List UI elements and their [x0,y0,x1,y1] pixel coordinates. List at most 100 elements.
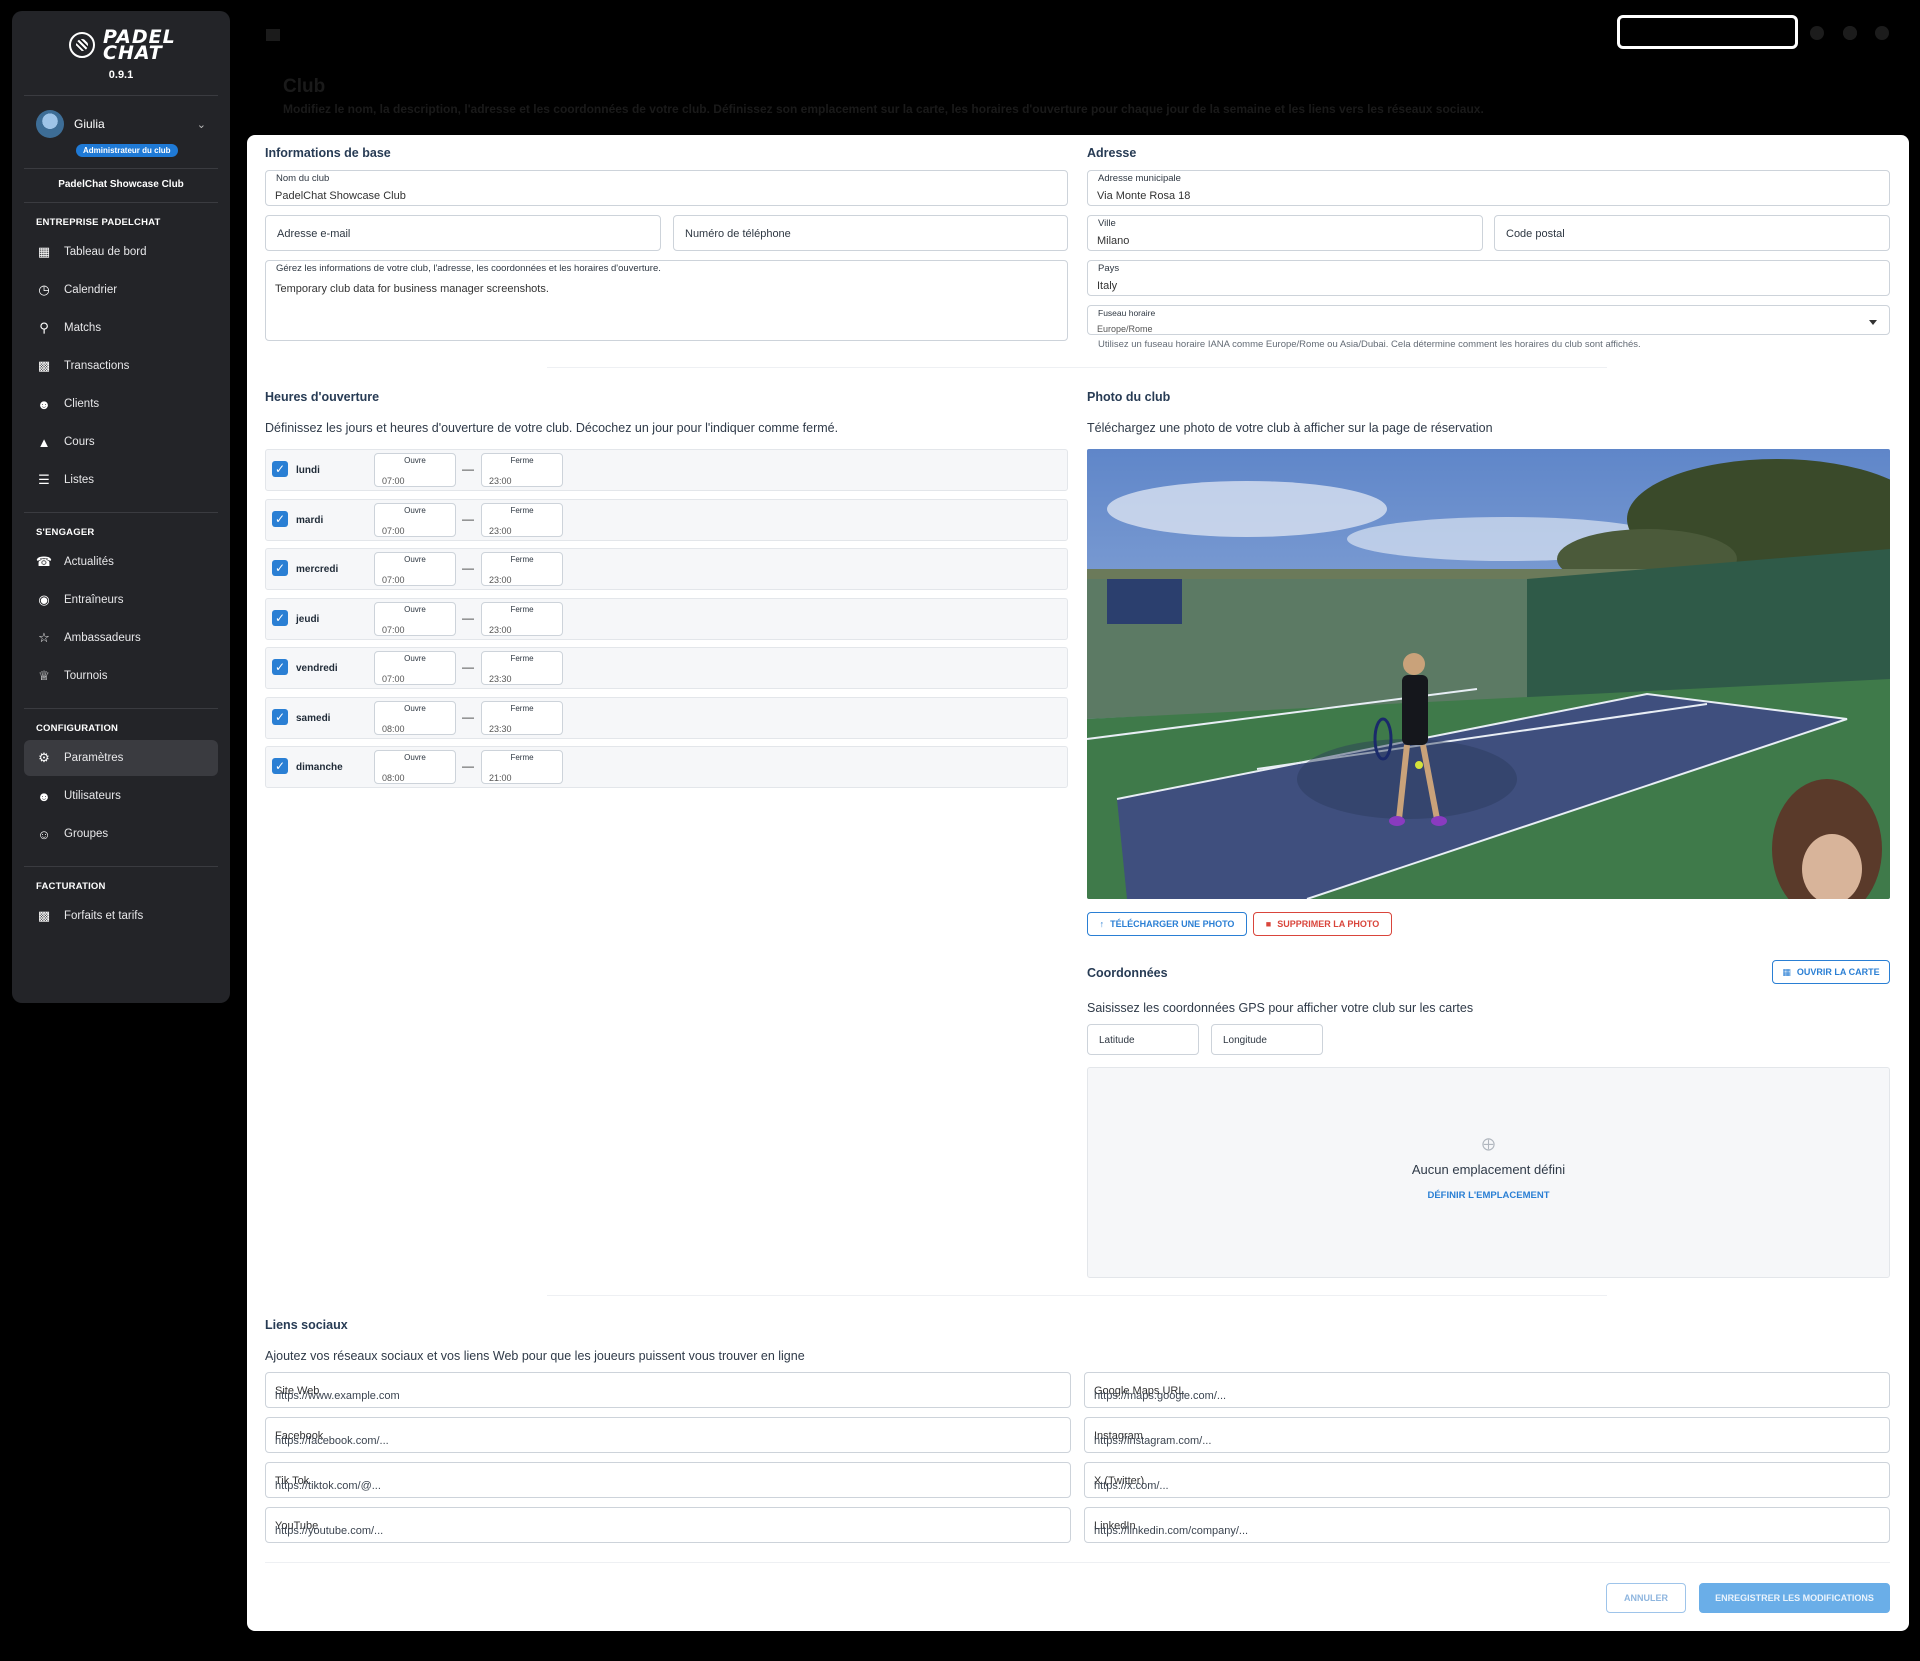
social-link-placeholder: https://x.com/... [1094,1480,1169,1492]
sidebar-item-groups[interactable]: ☺ Groupes [24,816,218,852]
notification-bell-icon[interactable] [1875,26,1889,40]
day-checkbox[interactable]: ✓ [272,510,288,527]
country-field[interactable]: Pays Italy [1087,260,1890,296]
open-time-field[interactable]: Ouvre 07:00 [374,601,456,636]
phone-field[interactable]: Numéro de téléphone [673,215,1068,251]
email-field[interactable]: Adresse e-mail [265,215,661,251]
money-icon: ▩ [37,358,51,373]
phone-placeholder: Numéro de téléphone [685,228,791,240]
day-checkbox[interactable]: ✓ [272,461,288,477]
close-time-field[interactable]: Ferme 21:00 [481,750,563,784]
day-name: mardi [296,514,324,526]
club-name: PadelChat Showcase Club [58,179,184,190]
map-placeholder: ⨁ Aucun emplacement défini DÉFINIR L'EMP… [1087,1067,1890,1278]
longitude-field[interactable]: Longitude [1211,1024,1323,1055]
day-checkbox[interactable]: ✓ [272,560,288,576]
day-checkbox[interactable]: ✓ [272,708,288,725]
day-row-jeudi: ✓ jeudi Ouvre 07:00 — Ferme 23:00 [265,597,1068,640]
user-menu[interactable]: Giulia ⌄ [12,110,230,138]
close-time-field[interactable]: Ferme 23:30 [481,700,563,735]
open-time-field[interactable]: Ouvre 08:00 [374,750,456,784]
close-time-value: 23:00 [489,476,512,486]
save-button[interactable]: ENREGISTRER LES MODIFICATIONS [1699,1583,1890,1613]
sidebar-item-users[interactable]: ☻ Utilisateurs [24,778,218,814]
sidebar-item-clients[interactable]: ☻ Clients [24,386,218,422]
sidebar-item-label: Matchs [64,322,102,334]
timezone-select[interactable]: Fuseau horaire Europe/Rome [1087,305,1890,335]
sidebar-item-coaches[interactable]: ◉ Entraîneurs [24,582,218,618]
sidebar-item-settings[interactable]: ⚙ Paramètres [24,740,218,776]
upload-photo-button[interactable]: ↑ TÉLÉCHARGER UNE PHOTO [1087,912,1247,936]
close-time-field[interactable]: Ferme 23:00 [481,601,563,636]
cancel-button[interactable]: ANNULER [1606,1583,1686,1613]
dashboard-icon: ▦ [37,244,51,259]
sidebar-item-ambassadors[interactable]: ☆ Ambassadeurs [24,620,218,656]
close-time-value: 23:30 [489,723,512,734]
sidebar-item-plans[interactable]: ▩ Forfaits et tarifs [24,898,218,934]
app-version: 0.9.1 [108,69,134,81]
social-link-field[interactable]: Instagram https://instagram.com/... [1084,1417,1890,1453]
gear-icon: ⚙ [38,750,50,765]
brand-logo: PADEL CHAT [12,28,230,63]
graduation-cap-icon: ▲ [37,434,51,450]
social-link-field[interactable]: Facebook https://facebook.com/... [265,1417,1071,1453]
postal-code-field[interactable]: Code postal [1494,215,1890,251]
city-field[interactable]: Ville Milano [1087,215,1483,251]
sidebar-item-label: Tableau de bord [64,246,147,258]
open-map-button[interactable]: ▦ OUVRIR LA CARTE [1772,960,1890,984]
open-time-field[interactable]: Ouvre 08:00 [374,700,456,735]
sidebar-item-news[interactable]: ☎ Actualités [24,544,218,580]
sidebar-item-transactions[interactable]: ▩ Transactions [24,348,218,384]
help-icon[interactable] [1843,26,1857,40]
sidebar-item-matches[interactable]: ⚲ Matchs [24,310,218,346]
longitude-placeholder: Longitude [1223,1035,1267,1046]
close-time-field[interactable]: Ferme 23:00 [481,453,563,487]
open-time-field[interactable]: Ouvre 07:00 [374,651,456,685]
social-link-field[interactable]: Site Web https://www.example.com [265,1372,1071,1408]
set-location-link[interactable]: DÉFINIR L'EMPLACEMENT [1088,1190,1889,1201]
sidebar-item-calendar[interactable]: ◷ Calendrier [24,272,218,308]
sidebar-item-label: Paramètres [64,752,124,764]
social-link-field[interactable]: LinkedIn https://linkedin.com/company/... [1084,1507,1890,1543]
social-link-field[interactable]: X (Twitter) https://x.com/... [1084,1462,1890,1498]
sidebar-item-lists[interactable]: ☰ Listes [24,462,218,498]
day-name: dimanche [296,762,343,773]
sidebar-item-label: Listes [64,474,95,486]
social-link-field[interactable]: Tik Tok https://tiktok.com/@... [265,1462,1071,1498]
time-separator: — [462,759,474,773]
delete-photo-button[interactable]: ■ SUPPRIMER LA PHOTO [1253,912,1392,936]
close-time-label: Ferme [510,604,534,614]
club-name-field[interactable]: Nom du club PadelChat Showcase Club [265,170,1068,206]
day-checkbox[interactable]: ✓ [272,609,288,626]
sidebar-item-dashboard[interactable]: ▦ Tableau de bord [24,234,218,270]
day-row-samedi: ✓ samedi Ouvre 08:00 — Ferme 23:30 [265,696,1068,739]
open-time-field[interactable]: Ouvre 07:00 [374,502,456,537]
sidebar-item-label: Tournois [64,670,108,682]
open-time-field[interactable]: Ouvre 07:00 [374,453,456,487]
social-link-field[interactable]: Google Maps URL https://maps.google.com/.… [1084,1372,1890,1408]
close-time-field[interactable]: Ferme 23:00 [481,502,563,537]
latitude-field[interactable]: Latitude [1087,1024,1199,1055]
search-input[interactable] [1617,15,1798,49]
close-time-field[interactable]: Ferme 23:30 [481,651,563,685]
chevron-down-icon[interactable]: ⌄ [197,118,206,131]
sidebar-item-tournaments[interactable]: ♕ Tournois [24,658,218,694]
sidebar-item-courses[interactable]: ▲ Cours [24,424,218,460]
city-label: Ville [1098,218,1116,229]
trash-icon: ■ [1265,919,1272,929]
open-time-label: Ouvre [404,555,426,564]
menu-icon[interactable] [266,29,280,41]
description-field[interactable]: Gérez les informations de votre club, l'… [265,260,1068,341]
club-name-value: PadelChat Showcase Club [275,190,406,202]
time-separator: — [462,462,474,476]
social-link-field[interactable]: YouTube https://youtube.com/... [265,1507,1071,1543]
social-link-placeholder: https://instagram.com/... [1094,1435,1212,1447]
close-time-field[interactable]: Ferme 23:00 [481,552,563,586]
social-link-placeholder: https://youtube.com/... [275,1525,384,1537]
day-checkbox[interactable]: ✓ [272,659,288,675]
day-checkbox[interactable]: ✓ [272,758,288,774]
theme-toggle-icon[interactable] [1810,26,1824,40]
open-time-field[interactable]: Ouvre 07:00 [374,552,456,586]
time-separator: — [462,561,474,575]
street-field[interactable]: Adresse municipale Via Monte Rosa 18 [1087,170,1890,206]
